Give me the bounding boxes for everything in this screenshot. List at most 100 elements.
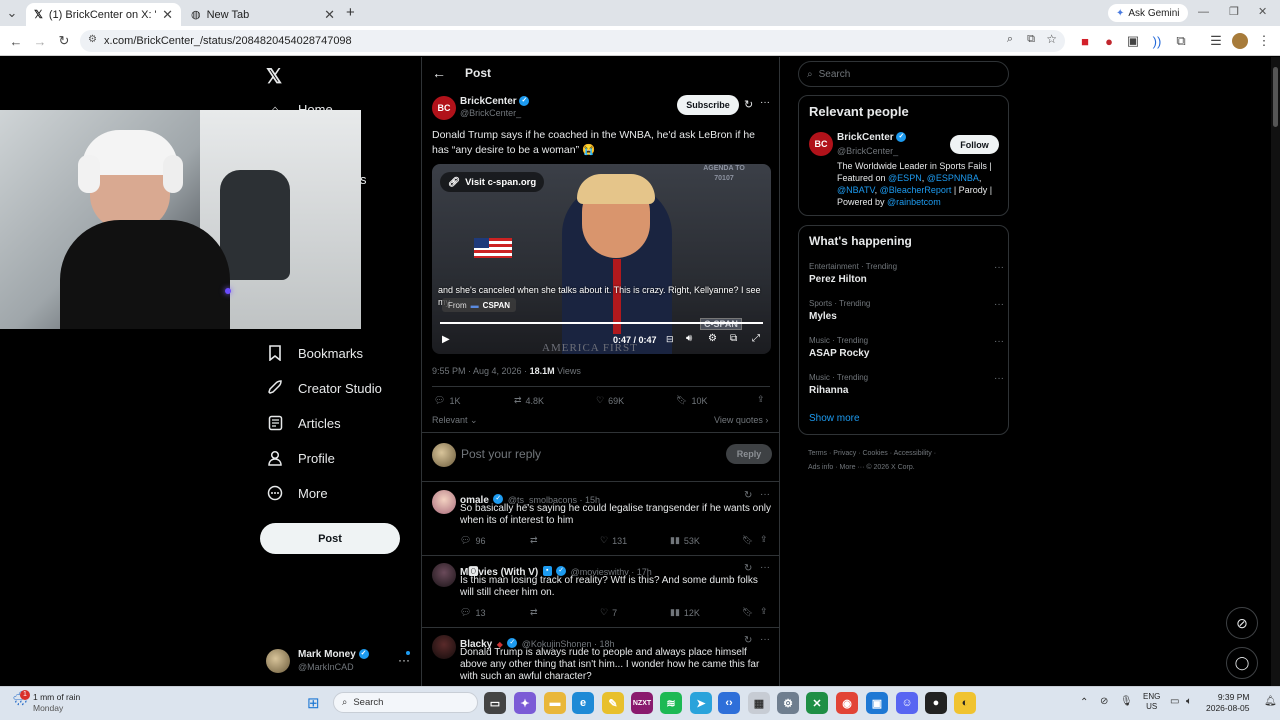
reply-action[interactable]: 💬︎ 1K <box>434 395 460 406</box>
post-button[interactable]: Post <box>260 523 400 554</box>
app-icon[interactable]: ✎ <box>602 692 624 714</box>
tab-close-icon[interactable]: ✕ <box>162 7 173 23</box>
file-explorer-icon[interactable]: ▬ <box>544 692 566 714</box>
speaker-icon[interactable]: 🔈︎ <box>1186 696 1192 707</box>
back-arrow-icon[interactable]: ← <box>432 65 446 81</box>
bio-link[interactable]: @NBATV <box>837 185 875 195</box>
views-action[interactable]: ▮▮ 53K <box>670 535 700 546</box>
captions-icon[interactable]: ⊟ <box>666 334 674 345</box>
reload-icon[interactable]: ↻ <box>56 33 72 49</box>
play-icon[interactable]: ▶ <box>442 334 450 345</box>
microphone-icon[interactable]: 🎙︎ <box>1120 696 1133 707</box>
address-bar[interactable]: ⚙ x.com/BrickCenter_/status/208482045402… <box>80 30 1065 52</box>
footer-link[interactable]: Cookies <box>862 450 887 457</box>
back-arrow-icon[interactable]: ← <box>8 33 24 49</box>
share-icon[interactable]: ⇪ <box>757 394 765 405</box>
extensions-puzzle-icon[interactable]: ⧉ <box>1173 33 1189 49</box>
trend-item[interactable]: Sports · Trending Myles ··· <box>809 299 1004 322</box>
spotify-icon[interactable]: ≋ <box>660 692 682 714</box>
trend-more-icon[interactable]: ··· <box>994 299 1004 310</box>
bookmark-star-icon[interactable]: ☆ <box>1046 32 1057 46</box>
footer-link[interactable]: Privacy <box>833 450 856 457</box>
reply-more-icon[interactable]: ··· <box>760 562 770 573</box>
avatar[interactable] <box>432 563 456 587</box>
zoom-icon[interactable]: ⌕ <box>1007 33 1013 46</box>
footer-link[interactable]: Terms <box>808 450 827 457</box>
video-player[interactable]: AGENDA TO 70107 AMERICA FIRST 🔗︎ Visit c-… <box>432 164 771 354</box>
tab-new[interactable]: ◍ New Tab ✕ <box>183 3 343 26</box>
post-timestamp[interactable]: 9:55 PM · Aug 4, 2026 · <box>432 366 530 376</box>
person-handle[interactable]: @BrickCenter_ <box>837 146 898 156</box>
follow-button[interactable]: Follow <box>950 135 999 154</box>
tab-active[interactable]: 𝕏 (1) BrickCenter on X: "Donald T ✕ <box>26 3 181 26</box>
copilot-icon[interactable]: ✦ <box>514 692 536 714</box>
discord-icon[interactable]: ☺ <box>896 692 918 714</box>
trend-more-icon[interactable]: ··· <box>994 262 1004 273</box>
app-yellow-icon[interactable]: ◐ <box>954 692 976 714</box>
video-progress-track[interactable] <box>440 322 763 324</box>
settings-icon[interactable]: ⚙ <box>708 333 717 344</box>
trend-more-icon[interactable]: ··· <box>994 373 1004 384</box>
bookmark-icon[interactable]: 🔖︎ <box>742 607 753 618</box>
avatar[interactable] <box>432 635 456 659</box>
footer-link[interactable]: Ads info <box>808 464 833 471</box>
extension-pinterest-icon[interactable]: ● <box>1101 33 1117 49</box>
avatar[interactable] <box>432 490 456 514</box>
app-nzxt-icon[interactable]: NZXT <box>631 692 653 714</box>
bookmark-icon[interactable]: 🔖︎ <box>742 535 753 546</box>
fullscreen-icon[interactable]: ⤢ <box>752 333 760 344</box>
person-avatar[interactable]: BC <box>809 132 833 156</box>
repost-action[interactable]: ⇄ <box>530 535 538 546</box>
x-logo-icon[interactable]: 𝕏 <box>266 64 282 89</box>
calculator-icon[interactable]: ▦ <box>748 692 770 714</box>
trend-item[interactable]: Music · Trending ASAP Rocky ··· <box>809 336 1004 359</box>
reply-more-icon[interactable]: ··· <box>760 489 770 500</box>
grok-icon[interactable]: ↻ <box>744 563 752 574</box>
nav-bookmarks[interactable]: Bookmarks <box>266 338 363 368</box>
share-icon[interactable]: ⇪ <box>760 606 768 617</box>
reply-button[interactable]: Reply <box>726 444 772 464</box>
language-indicator[interactable]: ENG US <box>1143 692 1160 712</box>
trend-item[interactable]: Entertainment · Trending Perez Hilton ··… <box>809 262 1004 285</box>
minimize-icon[interactable]: — <box>1198 6 1209 18</box>
taskbar-search[interactable]: ⌕ Search <box>333 692 478 713</box>
photos-icon[interactable]: ▣ <box>866 692 888 714</box>
tab-close-icon[interactable]: ✕ <box>324 7 335 23</box>
ask-gemini-button[interactable]: ✦ Ask Gemini <box>1108 4 1188 22</box>
trend-item[interactable]: Music · Trending Rihanna ··· <box>809 373 1004 396</box>
install-app-icon[interactable]: ⧉ <box>1027 33 1035 46</box>
messages-chat-icon[interactable]: ◯ <box>1226 647 1258 679</box>
task-view-icon[interactable]: ▭ <box>484 692 506 714</box>
site-info-icon[interactable]: ⚙ <box>88 34 97 45</box>
grok-float-icon[interactable]: ⊘ <box>1226 607 1258 639</box>
telegram-icon[interactable]: ➤ <box>690 692 712 714</box>
author-name-row[interactable]: BrickCenter ✓ <box>460 96 530 107</box>
footer-link[interactable]: More ··· <box>840 464 865 471</box>
subscribe-button[interactable]: Subscribe <box>677 95 739 115</box>
reply-more-icon[interactable]: ··· <box>760 634 770 645</box>
nav-articles[interactable]: Articles <box>266 408 341 438</box>
nav-creator-studio[interactable]: Creator Studio <box>266 373 382 403</box>
bio-link[interactable]: @rainbetcom <box>887 197 941 207</box>
nav-profile[interactable]: Profile <box>266 443 335 473</box>
app-dark-icon[interactable]: ● <box>925 692 947 714</box>
repost-action[interactable]: ⇄ 4.8K <box>514 395 544 406</box>
reply-action[interactable]: 💬︎ 96 <box>460 535 485 546</box>
sort-relevant-dropdown[interactable]: Relevant ⌄ <box>432 415 478 426</box>
grok-icon[interactable]: ↻ <box>744 490 752 501</box>
show-hidden-icons-chevron[interactable]: ⌃ <box>1080 697 1088 708</box>
new-tab-plus-icon[interactable]: + <box>346 4 355 21</box>
pip-icon[interactable]: ⧉ <box>730 333 737 344</box>
author-avatar[interactable]: BC <box>432 96 456 120</box>
like-action[interactable]: ♡ 131 <box>600 535 627 546</box>
scrollbar-thumb[interactable] <box>1273 67 1278 127</box>
extension-audio-icon[interactable]: )) <box>1149 33 1165 49</box>
repost-action[interactable]: ⇄ <box>530 607 538 618</box>
account-switcher[interactable]: Mark Money ✓ @MarkInCAD ··· <box>266 647 414 675</box>
bio-link[interactable]: @ESPNNBA <box>927 173 979 183</box>
like-action[interactable]: ♡ 69K <box>596 395 624 406</box>
post-more-icon[interactable]: ··· <box>760 97 770 108</box>
account-more-icon[interactable]: ··· <box>398 653 410 667</box>
extension-red-icon[interactable]: ■ <box>1077 33 1093 49</box>
edge-icon[interactable]: e <box>572 692 594 714</box>
